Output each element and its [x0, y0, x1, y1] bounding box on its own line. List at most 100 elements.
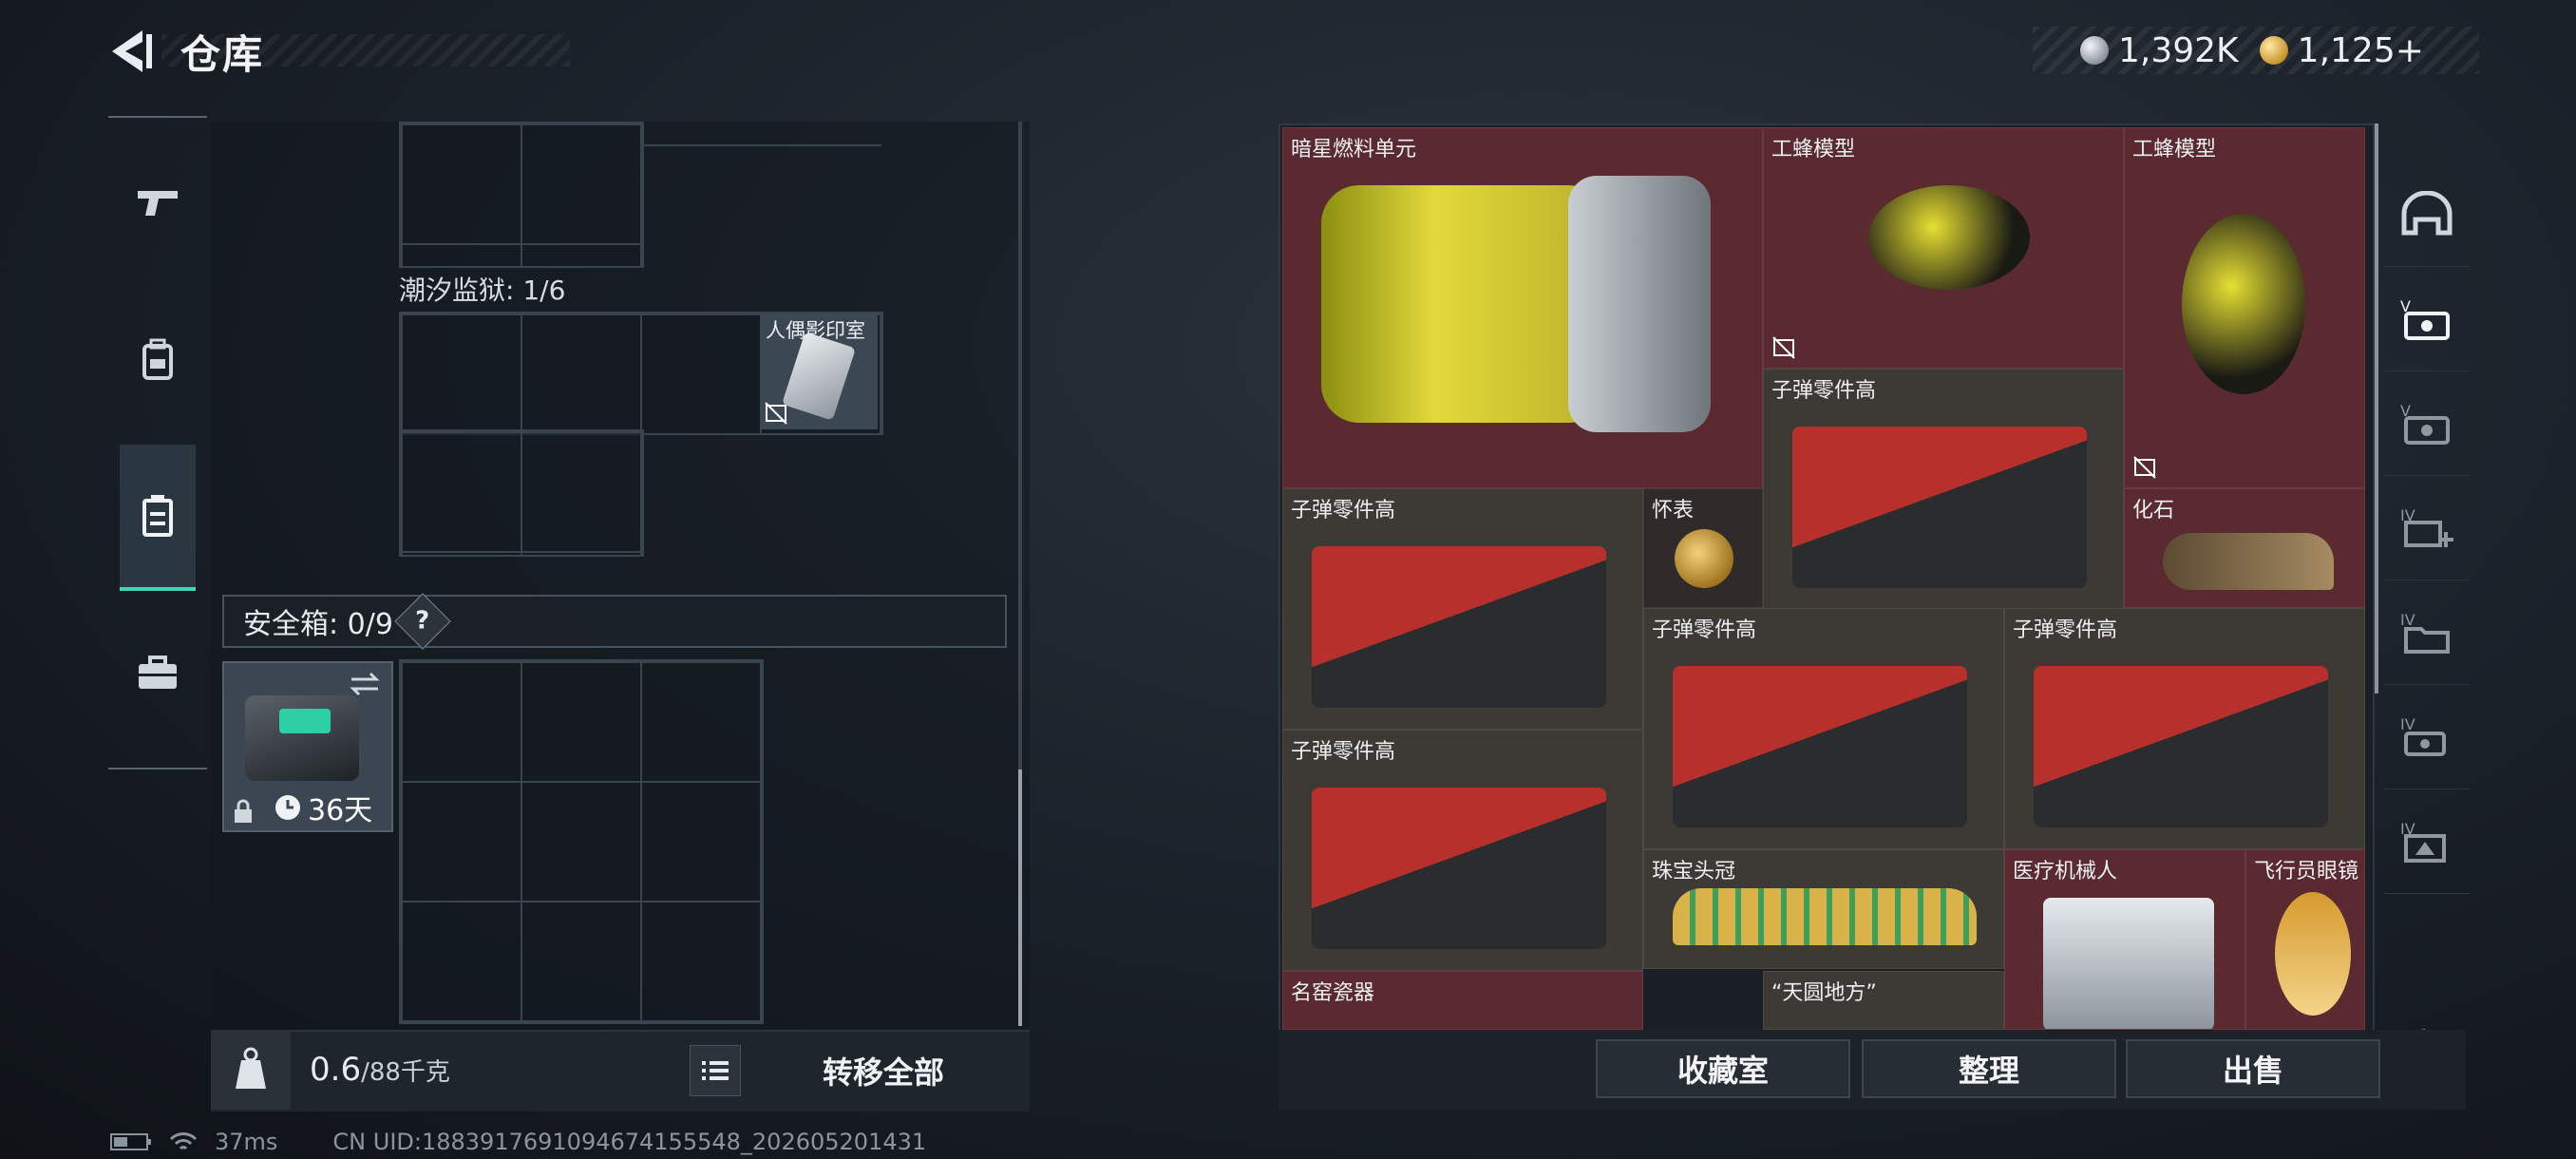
wifi-icon — [169, 1132, 198, 1150]
safe-box-duration: 36天 — [274, 787, 372, 828]
item-cell[interactable]: 飞行员眼镜 — [2245, 849, 2365, 1030]
tab-equipment[interactable] — [120, 289, 196, 431]
item-cell[interactable]: 化石 — [2124, 488, 2365, 608]
safe-box-days: 36天 — [308, 794, 373, 827]
ammo-parts-icon — [2034, 666, 2328, 827]
tab-level5[interactable]: V — [2384, 266, 2470, 371]
left-category-tabs — [108, 116, 207, 770]
tab-level4-medical[interactable]: IV — [2384, 475, 2470, 580]
backpack-icon — [142, 338, 173, 380]
tab-level5-alt[interactable]: V — [2384, 370, 2470, 476]
sell-button[interactable]: 出售 — [2126, 1039, 2380, 1098]
collection-room-button[interactable]: 收藏室 — [1596, 1039, 1850, 1098]
item-name: “天圆地方” — [1771, 981, 1877, 1005]
ammo-parts-icon — [1312, 546, 1606, 708]
item-name: 工蜂模型 — [2132, 138, 2217, 162]
item-name: 医疗机械人 — [2013, 860, 2118, 884]
weight-icon — [236, 1047, 266, 1089]
silver-amount: 1,392K — [2118, 30, 2239, 70]
tab-toolbox[interactable] — [120, 602, 196, 745]
gun-icon — [138, 191, 178, 216]
currency-bar: 1,392K 1,125+ — [2033, 27, 2479, 74]
transfer-all-button[interactable]: 转移全部 — [798, 1049, 969, 1092]
fuel-canister-icon — [1321, 185, 1606, 423]
level-4-medical-icon: IV — [2400, 506, 2453, 547]
level-4-folder-icon: IV — [2400, 611, 2450, 654]
tab-level4-folder[interactable]: IV — [2384, 580, 2470, 685]
back-button[interactable] — [104, 27, 161, 76]
weight-value: 0.6 — [310, 1051, 362, 1089]
item-cell[interactable]: 子弹零件高 — [1643, 608, 2004, 849]
gold-coin-icon — [2259, 36, 2288, 65]
item-cell[interactable]: 子弹零件高 — [1282, 730, 1643, 971]
item-name: 工蜂模型 — [1771, 138, 1856, 162]
item-name: 暗星燃料单元 — [1291, 138, 1417, 162]
item-cell[interactable]: 珠宝头冠 — [1643, 849, 2004, 969]
silver-coin-icon — [2080, 36, 2109, 65]
organize-button[interactable]: 整理 — [1862, 1039, 2116, 1098]
item-name: 子弹零件高 — [1291, 499, 1396, 522]
item-name: 子弹零件高 — [1652, 618, 1757, 642]
storage-scroll-thumb[interactable] — [1018, 770, 1022, 1026]
safe-box-grid — [399, 659, 764, 1024]
item-cell[interactable]: 暗星燃料单元 — [1282, 127, 1763, 488]
item-cell[interactable]: 工蜂模型 — [1763, 127, 2124, 369]
item-cell[interactable]: 子弹零件高 — [1282, 488, 1643, 730]
uid-readout: CN UID:1883917691094674155548_2026052014… — [332, 1129, 927, 1155]
level-4-tool-icon: IV — [2400, 715, 2446, 756]
tab-helmet[interactable] — [2384, 162, 2470, 267]
ammo-parts-icon — [1673, 666, 1967, 827]
tab-weapons[interactable] — [120, 131, 196, 274]
ammo-parts-icon — [1792, 427, 2087, 588]
jeweled-tiara-icon — [1673, 888, 1977, 945]
safe-box-label: 安全箱: 0/9 — [243, 608, 393, 641]
wasp-model-icon — [1868, 185, 2030, 290]
item-name: 名窑瓷器 — [1291, 981, 1375, 1005]
item-cell[interactable]: “天圆地方” — [1763, 971, 2004, 1030]
item-cell[interactable]: 医疗机械人 — [2004, 849, 2245, 1030]
tab-level4-misc[interactable]: IV — [2384, 788, 2470, 894]
item-name: 子弹零件高 — [1291, 740, 1396, 764]
no-trade-icon — [765, 402, 787, 425]
item-name: 子弹零件高 — [2013, 618, 2118, 642]
tab-level4-tool[interactable]: IV — [2384, 684, 2470, 789]
gold-currency: 1,125+ — [2259, 30, 2424, 70]
ammo-parts-icon — [1312, 788, 1606, 949]
grid-edge — [640, 122, 881, 146]
gold-amount: 1,125+ — [2297, 30, 2424, 70]
item-cell[interactable]: 怀表 — [1643, 488, 1763, 608]
status-line: 37ms CN UID:1883917691094674155548_20260… — [110, 1129, 926, 1155]
list-view-button[interactable] — [690, 1045, 741, 1096]
pocket-watch-icon — [1675, 529, 1733, 588]
card-icon — [782, 332, 856, 421]
tab-storage[interactable] — [120, 445, 196, 591]
battery-icon — [110, 1133, 151, 1150]
puppet-room-item[interactable]: 人偶影印室 — [760, 314, 878, 429]
item-name: 子弹零件高 — [1771, 379, 1877, 403]
weight-icon-box — [211, 1030, 291, 1110]
item-name: 怀表 — [1652, 499, 1695, 522]
weight-readout: 0.6/88千克 — [310, 1051, 450, 1089]
item-cell[interactable]: 子弹零件高 — [1763, 369, 2124, 610]
back-arrow-icon — [112, 30, 152, 72]
storage-grid-row2 — [399, 429, 644, 557]
item-scrollbar[interactable] — [2375, 124, 2378, 694]
item-name: 飞行员眼镜 — [2254, 860, 2359, 884]
swap-icon — [350, 672, 380, 696]
item-cell[interactable]: 子弹零件高 — [2004, 608, 2365, 849]
safe-box-header: 安全箱: 0/9 ? — [222, 593, 1007, 650]
level-4-misc-icon: IV — [2400, 820, 2446, 863]
briefcase-icon — [139, 656, 177, 689]
item-cell[interactable]: 工蜂模型 — [2124, 127, 2365, 488]
item-cell[interactable]: 名窑瓷器 — [1282, 971, 1643, 1030]
canister-cap — [1568, 176, 1711, 432]
section-label: 潮汐监狱: 1/6 — [399, 275, 566, 306]
level-5-vest-icon: V — [2400, 297, 2450, 340]
no-trade-icon — [2133, 456, 2156, 479]
right-filter-tabs: V V IV IV IV IV — [2384, 124, 2470, 1026]
box-icon — [142, 495, 173, 537]
help-button[interactable]: ? — [394, 593, 451, 650]
svg-text:IV: IV — [2400, 611, 2415, 629]
svg-text:IV: IV — [2400, 715, 2415, 733]
fossil-icon — [2163, 533, 2334, 590]
